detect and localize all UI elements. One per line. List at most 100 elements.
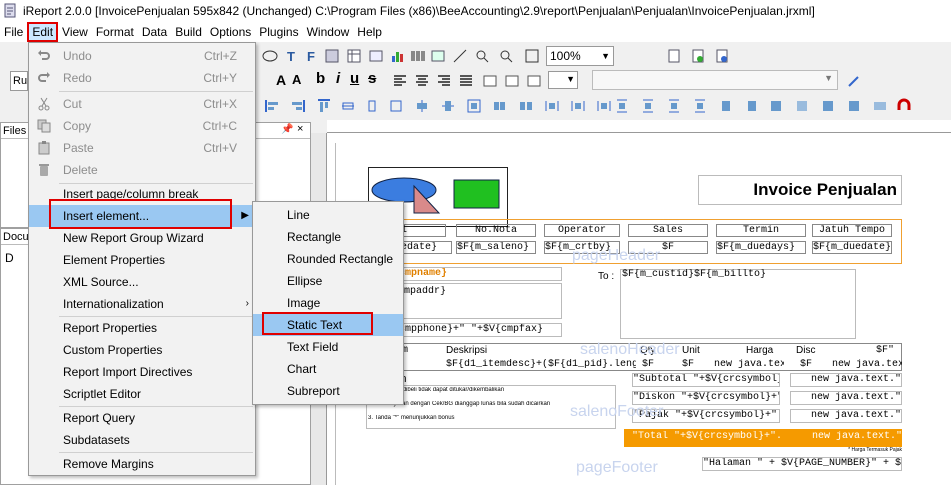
- submenu-item-chart[interactable]: Chart: [253, 358, 403, 380]
- submenu-item-text-field[interactable]: Text Field: [253, 336, 403, 358]
- menu-item-new-report-group-wizard[interactable]: New Report Group Wizard: [29, 227, 255, 249]
- submenu-item-rectangle[interactable]: Rectangle: [253, 226, 403, 248]
- hspace-increase-icon[interactable]: [570, 98, 586, 114]
- detail-col-harga[interactable]: Harga: [746, 345, 786, 356]
- menu-item-redo[interactable]: Redo Ctrl+Y: [29, 67, 255, 89]
- field-subtotal[interactable]: "Subtotal "+$V{crcsymbol}+"."": [632, 373, 780, 387]
- line-tool-icon[interactable]: [452, 48, 468, 64]
- detail-field-unit[interactable]: $F: [682, 359, 712, 370]
- menu-item-subdatasets[interactable]: Subdatasets: [29, 429, 255, 451]
- pin-icon[interactable]: 📌: [281, 124, 293, 135]
- menu-item-scriptlet-editor[interactable]: Scriptlet Editor: [29, 383, 255, 405]
- submenu-item-subreport[interactable]: Subreport: [253, 380, 403, 402]
- detail-col-total[interactable]: $F": [876, 345, 902, 356]
- image-tool-icon[interactable]: [430, 48, 446, 64]
- zoom-in-icon[interactable]: [474, 48, 490, 64]
- menu-view[interactable]: View: [58, 22, 92, 42]
- detail-field-harga[interactable]: new java.text.: [714, 359, 784, 370]
- same-width-icon[interactable]: [340, 98, 356, 114]
- expression-combo[interactable]: ▼: [592, 70, 838, 90]
- menu-item-xml-source[interactable]: XML Source...: [29, 271, 255, 293]
- align-justify-icon[interactable]: [458, 73, 474, 89]
- menu-item-remove-margins[interactable]: Remove Margins: [29, 453, 255, 475]
- vspace-increase-icon[interactable]: [640, 98, 656, 114]
- menu-item-internationalization[interactable]: Internationalization ›: [29, 293, 255, 315]
- menu-file[interactable]: File: [0, 22, 27, 42]
- align-right-icon[interactable]: [436, 73, 452, 89]
- submenu-item-rounded-rectangle[interactable]: Rounded Rectangle: [253, 248, 403, 270]
- border-middle-icon[interactable]: [504, 73, 520, 89]
- join-left-icon[interactable]: [492, 98, 508, 114]
- header-col-operator[interactable]: Operator: [544, 224, 620, 237]
- detail-col-unit[interactable]: Unit: [682, 345, 722, 356]
- hspace-equal-icon[interactable]: [544, 98, 560, 114]
- font-combo[interactable]: Ru: [10, 71, 28, 91]
- menu-item-report-query[interactable]: Report Query: [29, 407, 255, 429]
- field-total[interactable]: "Total "+$V{crcsymbol}+"."": [632, 431, 780, 442]
- bring-front-icon[interactable]: [768, 98, 784, 114]
- border-top-icon[interactable]: [482, 73, 498, 89]
- header-col-termin[interactable]: Termin: [716, 224, 806, 237]
- center-band-icon[interactable]: [820, 98, 836, 114]
- hspace-decrease-icon[interactable]: [596, 98, 612, 114]
- zoom-combo[interactable]: 100% ▼: [546, 46, 614, 66]
- align-rights-icon[interactable]: [290, 98, 306, 114]
- menu-item-copy[interactable]: Copy Ctrl+C: [29, 115, 255, 137]
- field-cmpname[interactable]: _cmpname}: [392, 267, 562, 281]
- menu-item-element-properties[interactable]: Element Properties: [29, 249, 255, 271]
- menu-item-report-properties[interactable]: Report Properties: [29, 317, 255, 339]
- field-subtotal-value[interactable]: new java.text.": [790, 373, 902, 387]
- menu-item-report-import-directives[interactable]: Report Import Directives: [29, 361, 255, 383]
- zoom-out-icon[interactable]: [498, 48, 514, 64]
- increase-font-icon[interactable]: A: [276, 72, 286, 88]
- color-combo[interactable]: ▼: [548, 71, 578, 89]
- same-height-icon[interactable]: [364, 98, 380, 114]
- detail-field-qty[interactable]: $F: [642, 359, 672, 370]
- organize-icon[interactable]: [872, 98, 888, 114]
- header-field-duedate[interactable]: $F{m_duedate}: [812, 241, 892, 254]
- vspace-equal-icon[interactable]: [614, 98, 630, 114]
- size-band-icon[interactable]: [846, 98, 862, 114]
- align-bottom-band-icon[interactable]: [718, 98, 734, 114]
- harga-note[interactable]: * Harga Termasuk Pajak: [816, 447, 902, 453]
- align-top-band-icon[interactable]: [744, 98, 760, 114]
- field-total-value[interactable]: new java.text.": [790, 431, 902, 442]
- menu-format[interactable]: Format: [92, 22, 138, 42]
- compile-icon[interactable]: [666, 48, 682, 64]
- menu-item-undo[interactable]: Undo Ctrl+Z: [29, 45, 255, 67]
- strikethrough-icon[interactable]: s: [368, 70, 376, 87]
- decrease-font-icon[interactable]: A: [292, 72, 301, 87]
- static-text-tool-icon[interactable]: T: [284, 48, 300, 64]
- crosstab-tool-icon[interactable]: [346, 48, 362, 64]
- field-halaman[interactable]: "Halaman " + $V{PAGE_NUMBER}" + $V: [702, 457, 902, 471]
- field-cmpphone[interactable]: _cmpphone}+" "+$V{cmpfax}: [392, 323, 562, 337]
- header-col-jatuhtempo[interactable]: Jatuh Tempo: [812, 224, 892, 237]
- header-field-duedays[interactable]: $F{m_duedays}: [716, 241, 806, 254]
- detail-field-disc[interactable]: $F: [800, 359, 830, 370]
- submenu-item-image[interactable]: Image: [253, 292, 403, 314]
- menu-options[interactable]: Options: [206, 22, 255, 42]
- menu-item-custom-properties[interactable]: Custom Properties: [29, 339, 255, 361]
- chevron-down-icon[interactable]: ▼: [566, 74, 575, 84]
- align-left-icon[interactable]: [392, 73, 408, 89]
- run-report-icon[interactable]: [690, 48, 706, 64]
- menu-edit[interactable]: Edit: [27, 22, 59, 42]
- chart-tool-icon[interactable]: [390, 48, 406, 64]
- barcode-tool-icon[interactable]: [410, 48, 426, 64]
- document-tree-item[interactable]: D: [5, 251, 14, 265]
- vspace-decrease-icon[interactable]: [666, 98, 682, 114]
- menu-item-cut[interactable]: Cut Ctrl+X: [29, 93, 255, 115]
- send-back-icon[interactable]: [794, 98, 810, 114]
- menu-data[interactable]: Data: [138, 22, 171, 42]
- center-vertical-icon[interactable]: [440, 98, 456, 114]
- note-1[interactable]: ...ang sudah dibeli tidak dapat ditukar/…: [368, 387, 608, 393]
- frame-tool-icon[interactable]: [368, 48, 384, 64]
- same-size-icon[interactable]: [388, 98, 404, 114]
- detail-field-total[interactable]: new java.text.: [832, 359, 902, 370]
- header-field-saleno[interactable]: $F{m_saleno}: [456, 241, 536, 254]
- menu-window[interactable]: Window: [303, 22, 354, 42]
- detail-field-desc[interactable]: $F{d1_itemdesc}+($F{d1_pid}.length(): [446, 359, 636, 370]
- submenu-item-ellipse[interactable]: Ellipse: [253, 270, 403, 292]
- align-center-icon[interactable]: [414, 73, 430, 89]
- report-title[interactable]: Invoice Penjualan: [698, 175, 902, 205]
